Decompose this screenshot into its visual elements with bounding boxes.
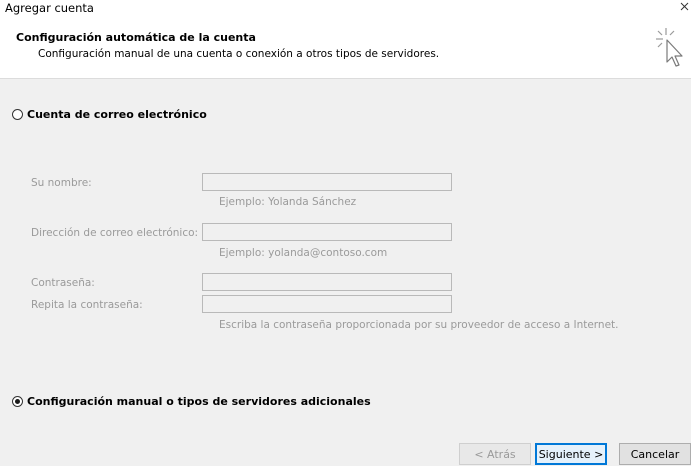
radio-email-account-label: Cuenta de correo electrónico [27,108,207,121]
password-hint: Escriba la contraseña proporcionada por … [219,319,619,331]
title-bar: Agregar cuenta [0,0,691,18]
close-icon[interactable] [677,0,691,14]
email-label: Dirección de correo electrónico: [31,227,199,239]
next-button[interactable]: Siguiente > [535,443,607,465]
password-input[interactable] [202,273,452,291]
email-input[interactable] [202,223,452,241]
password-repeat-label: Repita la contraseña: [31,299,143,311]
name-input[interactable] [202,173,452,191]
wizard-cursor-icon [654,26,688,74]
back-button[interactable]: < Atrás [459,443,531,465]
radio-email-account-control[interactable] [12,109,23,120]
header-subtitle: Configuración manual de una cuenta o con… [38,48,440,60]
name-hint: Ejemplo: Yolanda Sánchez [219,196,357,208]
wizard-header: Configuración automática de la cuenta Co… [0,18,691,79]
header-title: Configuración automática de la cuenta [16,31,256,44]
email-hint: Ejemplo: yolanda@contoso.com [219,247,388,259]
password-repeat-input[interactable] [202,295,452,313]
password-label: Contraseña: [31,277,95,289]
radio-manual-config[interactable]: Configuración manual o tipos de servidor… [12,395,371,408]
radio-manual-config-control[interactable] [12,396,23,407]
cancel-button[interactable]: Cancelar [619,443,691,465]
radio-manual-config-label: Configuración manual o tipos de servidor… [27,395,371,408]
radio-email-account[interactable]: Cuenta de correo electrónico [12,108,207,121]
name-label: Su nombre: [31,177,92,189]
window-title: Agregar cuenta [5,1,94,15]
